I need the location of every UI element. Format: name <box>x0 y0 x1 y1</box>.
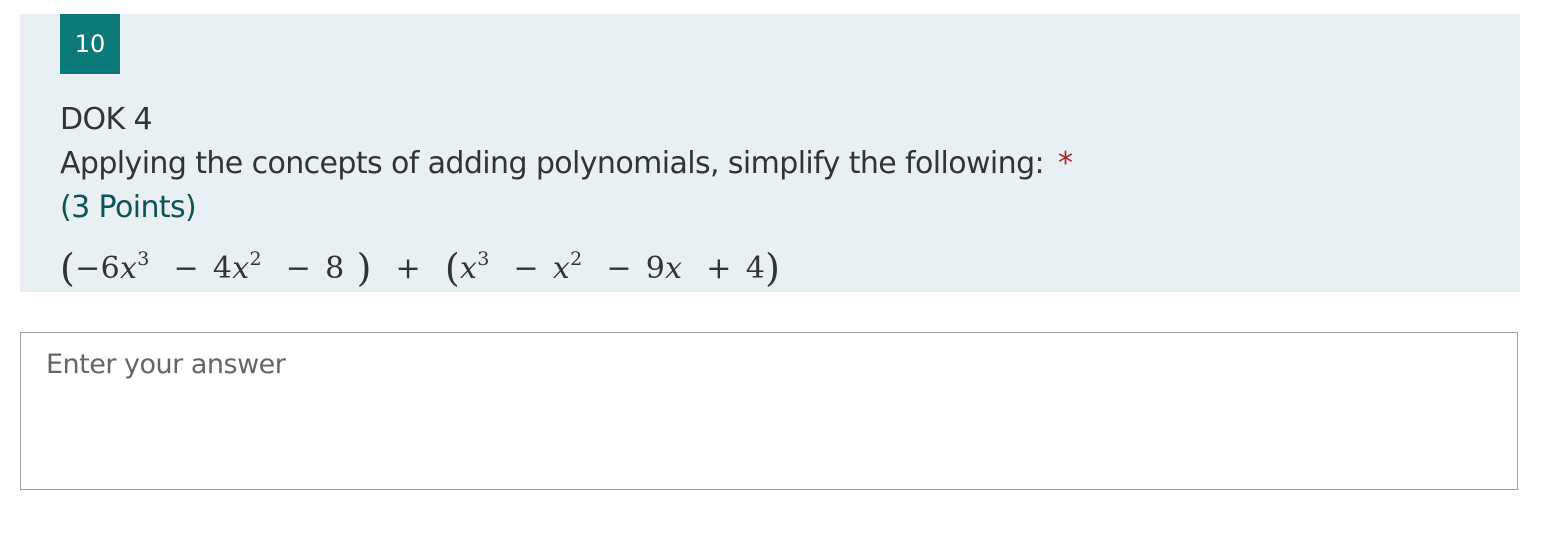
term-exp: 3 <box>137 248 150 270</box>
question-prompt-line: Applying the concepts of adding polynomi… <box>60 142 1073 186</box>
plus-sign: + <box>395 251 421 286</box>
term-exp: 2 <box>570 248 583 270</box>
term-var: x <box>232 251 250 286</box>
question-points: (3 Points) <box>60 190 197 225</box>
question-text: DOK 4 Applying the concepts of adding po… <box>60 98 1073 230</box>
term-exp: 2 <box>249 248 262 270</box>
minus-sign: − <box>513 251 539 286</box>
minus-sign: − <box>173 251 199 286</box>
term-coef: 4 <box>212 251 233 286</box>
question-number-badge: 10 <box>60 14 120 74</box>
term-const: 4 <box>745 251 766 286</box>
close-paren-2: ) <box>765 246 781 290</box>
term-var: x <box>119 251 138 286</box>
term-coef: 9 <box>645 251 666 286</box>
answer-box <box>20 332 1518 490</box>
term-var: x <box>459 251 478 286</box>
term-var: x <box>665 251 683 286</box>
term-coef: −6 <box>75 251 120 286</box>
minus-sign: − <box>606 251 632 286</box>
open-paren-2: ( <box>444 246 460 290</box>
question-card: 10 DOK 4 Applying the concepts of adding… <box>20 14 1520 292</box>
polynomial-expression: (−6x3 −4x2 −8) + (x3 − x2 −9x +4) <box>60 246 780 290</box>
close-paren-1: ) <box>356 246 372 290</box>
plus-sign: + <box>706 251 732 286</box>
term-var: x <box>552 251 571 286</box>
term-const: 8 <box>325 251 345 286</box>
open-paren-1: ( <box>60 246 76 290</box>
answer-input[interactable] <box>21 333 1517 489</box>
question-dok-label: DOK 4 <box>60 102 153 137</box>
term-exp: 3 <box>477 248 490 270</box>
minus-sign: − <box>285 251 312 286</box>
question-prompt: Applying the concepts of adding polynomi… <box>60 146 1045 181</box>
required-asterisk: * <box>1058 146 1073 181</box>
